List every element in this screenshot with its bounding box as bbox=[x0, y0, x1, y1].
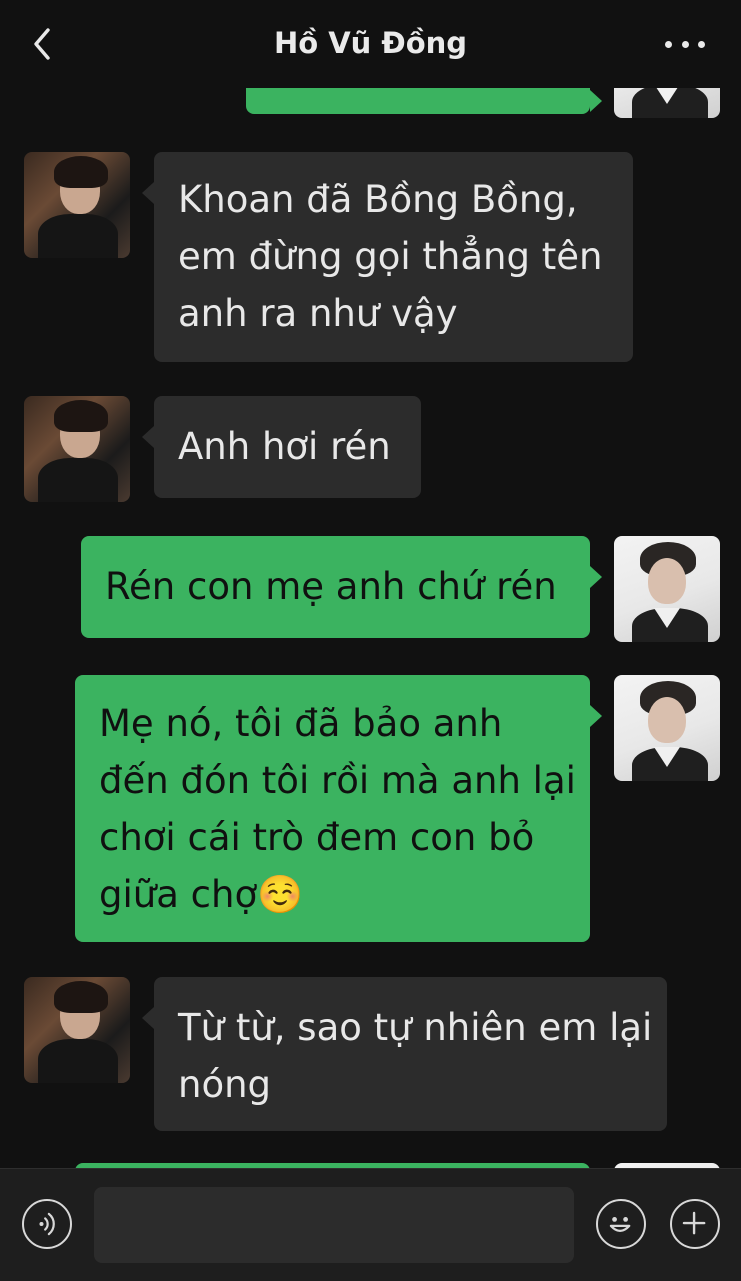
message-bubble-incoming[interactable]: Anh hơi rén bbox=[142, 396, 421, 498]
message-input[interactable] bbox=[94, 1187, 574, 1263]
message-bubble-outgoing[interactable]: Mẹ nó, tôi đã bảo anh đến đón tôi rồi mà… bbox=[75, 675, 602, 942]
more-horizontal-icon[interactable] bbox=[665, 30, 705, 58]
message-bubble-incoming[interactable]: Từ từ, sao tự nhiên em lại nóng bbox=[142, 977, 667, 1131]
message-text: Rén con mẹ anh chứ rén bbox=[105, 565, 557, 608]
contact-avatar[interactable] bbox=[24, 977, 130, 1083]
emoji-icon[interactable] bbox=[596, 1199, 646, 1249]
message-text: Anh hơi rén bbox=[178, 425, 391, 468]
contact-avatar[interactable] bbox=[24, 152, 130, 258]
page-title: Hồ Vũ Đồng bbox=[273, 26, 468, 60]
chat-area[interactable]: Khoan đã Bồng Bồng, em đừng gọi thẳng tê… bbox=[0, 0, 741, 1168]
message-bubble-incoming[interactable]: Khoan đã Bồng Bồng, em đừng gọi thẳng tê… bbox=[142, 152, 633, 362]
plus-circle-icon[interactable] bbox=[670, 1199, 720, 1249]
message-text: Mẹ nó, tôi đã bảo anh đến đón tôi rồi mà… bbox=[99, 702, 576, 916]
message-input-bar bbox=[0, 1168, 741, 1281]
my-avatar[interactable] bbox=[614, 675, 720, 781]
contact-avatar[interactable] bbox=[24, 396, 130, 502]
voice-icon[interactable] bbox=[22, 1199, 72, 1249]
chat-header: Hồ Vũ Đồng bbox=[0, 0, 741, 88]
message-text: Từ từ, sao tự nhiên em lại nóng bbox=[178, 1006, 653, 1106]
message-text: Khoan đã Bồng Bồng, em đừng gọi thẳng tê… bbox=[178, 178, 603, 335]
my-avatar[interactable] bbox=[614, 536, 720, 642]
message-bubble-outgoing[interactable]: Rén con mẹ anh chứ rén bbox=[81, 536, 602, 638]
